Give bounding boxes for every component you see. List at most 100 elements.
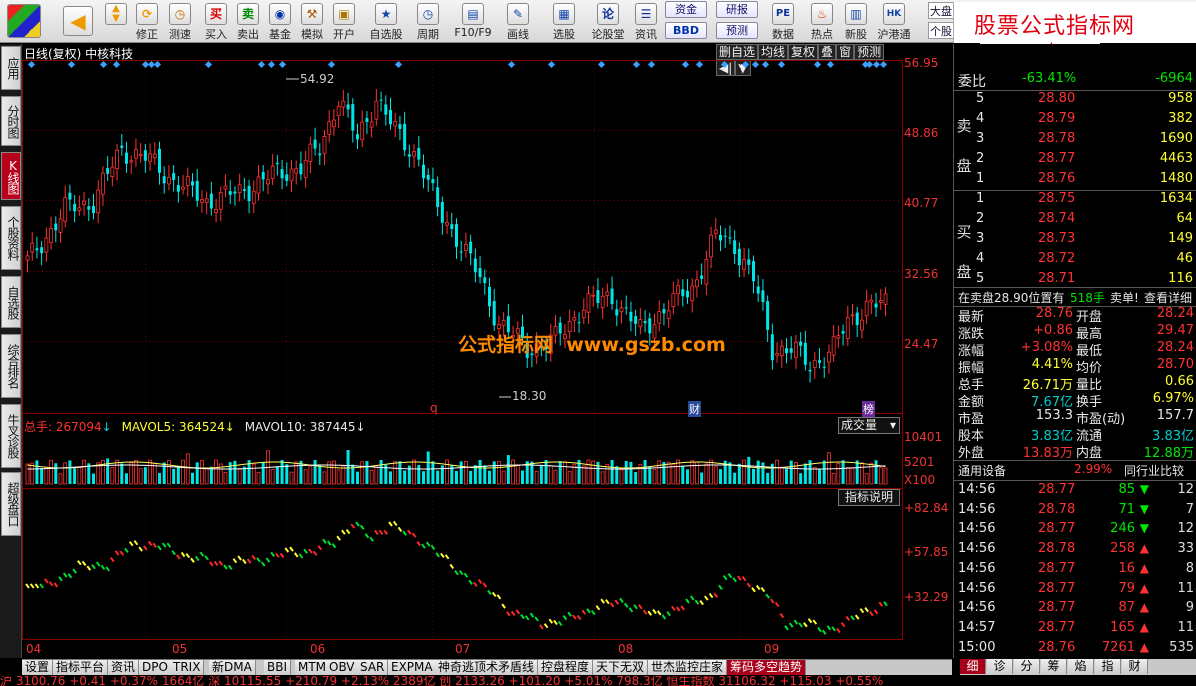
- indicator-tab[interactable]: 控盘程度: [538, 660, 594, 675]
- indicator-help-button[interactable]: 指标说明: [838, 489, 900, 506]
- tick-volume: 87: [1118, 600, 1135, 616]
- tab-diagnosis[interactable]: 牛叉诊股: [1, 404, 21, 468]
- single-stock-button[interactable]: 个股: [928, 22, 954, 39]
- new-stock-button[interactable]: ▥ 新股: [840, 0, 872, 43]
- order-row[interactable]: 4 28.79 382: [954, 109, 1196, 129]
- hot-button[interactable]: ♨ 热点: [805, 0, 839, 43]
- indicator-mark: [138, 546, 143, 552]
- indicator-tab[interactable]: 新DMA: [209, 660, 256, 675]
- candle-body: [356, 134, 359, 140]
- tab-kline[interactable]: K线图: [1, 152, 21, 200]
- panel-tab[interactable]: 焰: [1068, 659, 1094, 674]
- tab-super-quote[interactable]: 超级盘口: [1, 472, 21, 536]
- open-account-button[interactable]: ▣ 开户: [329, 0, 359, 43]
- fund-flow-button[interactable]: 资金: [665, 1, 707, 18]
- buy-button[interactable]: 买买入: [201, 0, 231, 43]
- rank-marker[interactable]: 榜: [862, 401, 875, 417]
- indicator-tab[interactable]: 资讯: [108, 660, 140, 675]
- indicator-mark: [62, 572, 68, 578]
- indicator-tab[interactable]: TRIX: [170, 660, 205, 675]
- kline-chart[interactable]: [22, 60, 953, 659]
- refresh-button[interactable]: ⟳ 修正: [132, 0, 162, 43]
- panel-tab[interactable]: 分: [1014, 659, 1040, 674]
- indicator-tab[interactable]: SAR: [357, 660, 389, 675]
- volume-bar: [110, 466, 115, 485]
- candle-body: [374, 100, 379, 120]
- panel-tab[interactable]: 筹: [1041, 659, 1067, 674]
- watchlist-button[interactable]: ★ 自选股: [366, 0, 406, 43]
- industry-compare-button[interactable]: 同行业比较: [1124, 462, 1184, 479]
- candle-body: [723, 235, 727, 237]
- adjust-button[interactable]: 复权: [788, 44, 819, 60]
- forecast-button[interactable]: 预测: [716, 22, 758, 39]
- indicator-tab[interactable]: BBI: [264, 660, 292, 675]
- window-button[interactable]: 窗: [836, 44, 855, 60]
- panel-tab[interactable]: 财: [1122, 659, 1148, 674]
- indicator-tab[interactable]: 天下无双: [593, 660, 649, 675]
- candle-body: [426, 174, 430, 180]
- tab-watchlist[interactable]: 自选股: [1, 276, 21, 328]
- indicator-tab[interactable]: OBV: [326, 660, 359, 675]
- screen-button[interactable]: ▦ 选股: [546, 0, 582, 43]
- order-row[interactable]: 2 28.77 4463: [954, 149, 1196, 169]
- order-row[interactable]: 3 28.73 149: [954, 229, 1196, 249]
- tab-intraday[interactable]: 分时图: [1, 96, 21, 146]
- simulate-button[interactable]: ⚒ 模拟: [297, 0, 327, 43]
- remove-watchlist-button[interactable]: 删自选: [716, 44, 759, 60]
- panel-tab[interactable]: 诊: [987, 659, 1013, 674]
- research-button[interactable]: 研报: [716, 1, 758, 18]
- indicator-tab[interactable]: 设置: [22, 660, 54, 675]
- order-row[interactable]: 5 28.80 958: [954, 89, 1196, 109]
- event-marker[interactable]: q: [430, 401, 438, 415]
- volume-bar: [431, 461, 435, 484]
- f10-button[interactable]: ▤ F10/F9: [452, 0, 494, 43]
- indicator-mark: [501, 603, 506, 609]
- back-button[interactable]: ◀: [60, 0, 96, 43]
- industry-name[interactable]: 通用设备: [958, 462, 1006, 479]
- indicator-tab[interactable]: MTM: [295, 660, 331, 675]
- finance-marker[interactable]: 财: [688, 401, 701, 417]
- overlay-button[interactable]: 叠: [818, 44, 837, 60]
- predict-button[interactable]: 预测: [854, 44, 885, 60]
- speedtest-button[interactable]: ◷ 测速: [165, 0, 195, 43]
- grid-button[interactable]: [4, 0, 44, 43]
- updown-button[interactable]: ▲ ▼: [103, 0, 129, 43]
- notice-detail-link[interactable]: 查看详细: [1144, 289, 1192, 306]
- indicator-mark: [350, 523, 356, 529]
- order-row[interactable]: 3 28.78 1690: [954, 129, 1196, 149]
- sell-button[interactable]: 卖卖出: [233, 0, 263, 43]
- candle-body: [332, 119, 336, 128]
- order-row[interactable]: 1 28.75 1634: [954, 189, 1196, 209]
- indicator-mark: [506, 611, 511, 617]
- tab-apps[interactable]: 应用: [1, 46, 21, 90]
- order-row[interactable]: 5 28.71 116: [954, 269, 1196, 289]
- tab-ranking[interactable]: 综合排名: [1, 334, 21, 398]
- indicator-tab[interactable]: 神奇逃顶术矛盾线: [435, 660, 539, 675]
- indicator-tab[interactable]: 世杰监控庄家: [648, 660, 728, 675]
- tick-row: 14:56 28.78 258 ▲ 33: [954, 539, 1196, 559]
- tab-profile[interactable]: 个股资料: [1, 206, 21, 270]
- data-button[interactable]: PE 数据: [766, 0, 800, 43]
- hk-connect-button[interactable]: HK 沪港通: [874, 0, 914, 43]
- order-row[interactable]: 2 28.74 64: [954, 209, 1196, 229]
- big-order-notice[interactable]: 在卖盘28.90位置有 518手 卖单! 查看详细: [954, 287, 1196, 307]
- order-row[interactable]: 1 28.76 1480: [954, 169, 1196, 189]
- fund-button[interactable]: ◉ 基金: [265, 0, 295, 43]
- market-index-button[interactable]: 大盘: [928, 2, 954, 19]
- news-button[interactable]: ☰ 资讯: [631, 0, 661, 43]
- bbd-button[interactable]: BBD: [665, 22, 707, 39]
- forum-button[interactable]: 论论股堂: [588, 0, 628, 43]
- indicator-tab[interactable]: 筹码多空趋势: [727, 660, 807, 675]
- period-button[interactable]: ◷ 周期: [410, 0, 446, 43]
- panel-tab[interactable]: 指: [1095, 659, 1121, 674]
- indicator-tab[interactable]: 指标平台: [53, 660, 109, 675]
- indicator-mark: [510, 610, 516, 617]
- volume-indicator-select[interactable]: 成交量 ▾: [838, 417, 900, 434]
- indicator-tab[interactable]: DPO: [139, 660, 172, 675]
- candle-body: [812, 359, 817, 368]
- order-row[interactable]: 4 28.72 46: [954, 249, 1196, 269]
- draw-button[interactable]: ✎ 画线: [500, 0, 536, 43]
- ma-button[interactable]: 均线: [758, 44, 789, 60]
- indicator-tab[interactable]: EXPMA: [388, 660, 437, 675]
- panel-tab[interactable]: 细: [960, 659, 986, 674]
